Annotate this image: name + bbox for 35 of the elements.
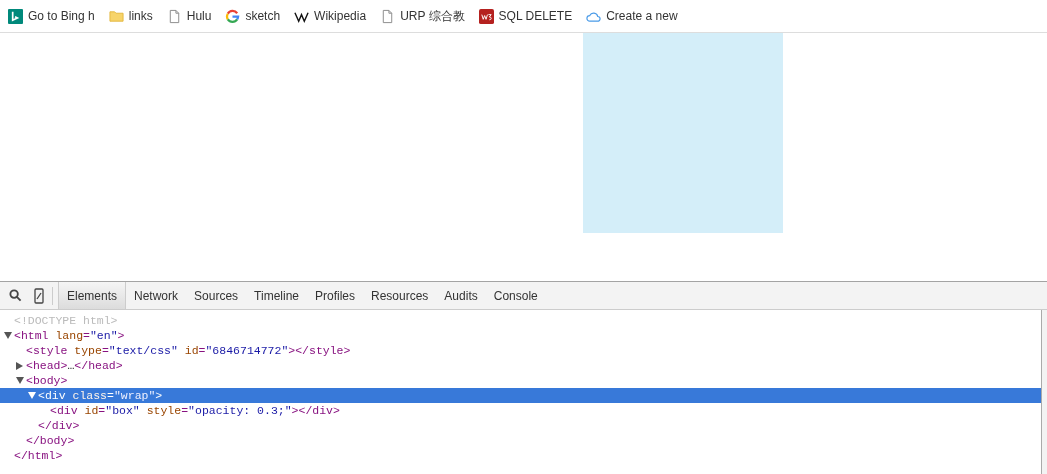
google-icon xyxy=(225,8,241,24)
code-line: </div> xyxy=(38,419,80,432)
devtools-tab[interactable]: Resources xyxy=(363,282,437,309)
code-line: </html> xyxy=(14,449,63,462)
bookmark[interactable]: Wikipedia xyxy=(294,8,367,24)
bookmark[interactable]: Go to Bing h xyxy=(8,8,95,24)
phone-icon[interactable] xyxy=(34,287,44,304)
bookmark[interactable]: links xyxy=(108,8,153,24)
bookmark[interactable]: Hulu xyxy=(166,8,212,24)
code-line: <div id="box" style="opacity: 0.3;"></div> xyxy=(50,404,340,417)
code-line: <style type="text/css" id="6846714772"></style> xyxy=(26,344,351,357)
devtools-tab[interactable]: Sources xyxy=(186,282,247,309)
bookmark[interactable]: Create a new xyxy=(586,8,678,24)
code-line: </body> xyxy=(26,434,75,447)
w3-icon xyxy=(478,8,494,24)
bookmark[interactable]: SQL DELETE xyxy=(478,8,573,24)
disclosure-triangle-icon[interactable] xyxy=(16,362,23,370)
code-line: <html lang="en"> xyxy=(14,329,125,342)
bing-icon xyxy=(8,8,23,24)
devtools-tab[interactable]: Network xyxy=(126,282,187,309)
bookmark[interactable]: sketch xyxy=(225,8,281,24)
bookmark[interactable]: URP 综合教 xyxy=(380,7,465,25)
devtools-tab[interactable]: Console xyxy=(485,282,546,309)
devtools-tab[interactable]: Audits xyxy=(436,282,486,309)
selected-row[interactable]: <div class="wrap"> xyxy=(0,388,1041,403)
code-line: <head>…</head> xyxy=(26,359,123,372)
code-line: <div class="wrap"> xyxy=(38,389,163,402)
disclosure-triangle-icon[interactable] xyxy=(4,332,12,339)
devtools-tab[interactable]: Elements xyxy=(58,282,127,309)
devtools-tab[interactable]: Timeline xyxy=(246,282,307,309)
code-line: <body> xyxy=(26,374,68,387)
code-line: <!DOCTYPE html> xyxy=(14,314,118,327)
folder-icon xyxy=(108,8,124,24)
devtools-tab[interactable]: Profiles xyxy=(307,282,363,309)
search-icon[interactable] xyxy=(9,289,22,302)
